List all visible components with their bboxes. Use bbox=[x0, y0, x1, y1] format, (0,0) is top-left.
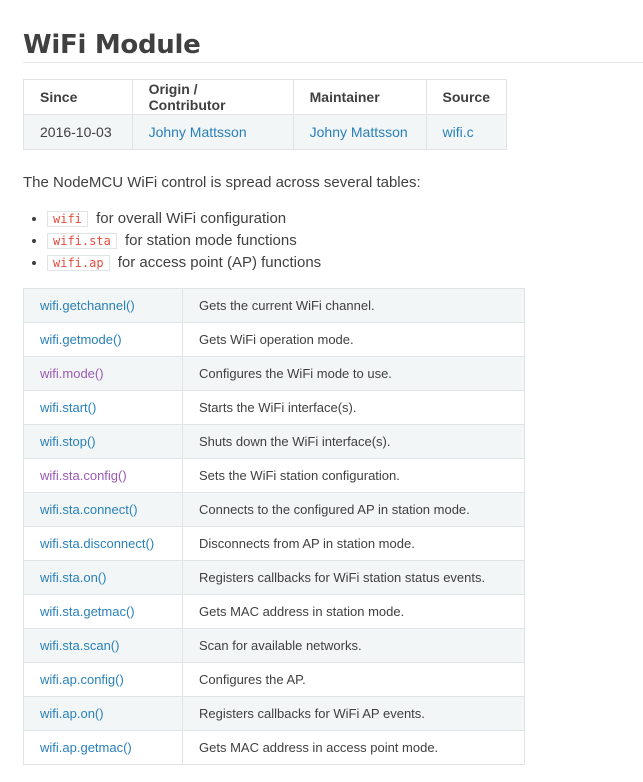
function-link[interactable]: wifi.sta.on() bbox=[40, 570, 106, 585]
table-list: wifi for overall WiFi configuration wifi… bbox=[23, 208, 321, 274]
function-cell: wifi.stop() bbox=[23, 424, 183, 459]
table-row: wifi.ap.getmac() Gets MAC address in acce… bbox=[23, 730, 525, 765]
function-link[interactable]: wifi.ap.config() bbox=[40, 672, 124, 687]
function-link[interactable]: wifi.stop() bbox=[40, 434, 96, 449]
function-link[interactable]: wifi.getmode() bbox=[40, 332, 122, 347]
code-wifi: wifi bbox=[47, 211, 88, 227]
meta-source-cell: wifi.c bbox=[425, 114, 508, 150]
meta-header-since: Since bbox=[23, 79, 133, 115]
meta-value-row: 2016-10-03 Johny Mattsson Johny Mattsson… bbox=[23, 114, 508, 150]
function-cell: wifi.sta.config() bbox=[23, 458, 183, 493]
function-link[interactable]: wifi.sta.disconnect() bbox=[40, 536, 154, 551]
table-row: wifi.sta.disconnect() Disconnects from AP… bbox=[23, 526, 525, 561]
meta-origin-cell: Johny Mattsson bbox=[131, 114, 294, 150]
list-item-text: for station mode functions bbox=[124, 232, 297, 249]
function-link[interactable]: wifi.ap.on() bbox=[40, 706, 104, 721]
function-description: Shuts down the WiFi interface(s). bbox=[182, 424, 525, 459]
table-row: wifi.getmode() Gets WiFi operation mode. bbox=[23, 322, 525, 357]
origin-link[interactable]: Johny Mattsson bbox=[149, 124, 247, 140]
function-link[interactable]: wifi.sta.scan() bbox=[40, 638, 119, 653]
function-link[interactable]: wifi.start() bbox=[40, 400, 96, 415]
list-item-text: for overall WiFi configuration bbox=[96, 210, 287, 227]
list-item: wifi.sta for station mode functions bbox=[47, 230, 321, 252]
source-link[interactable]: wifi.c bbox=[443, 124, 474, 140]
function-description: Starts the WiFi interface(s). bbox=[182, 390, 525, 425]
table-row: wifi.sta.config() Sets the WiFi station c… bbox=[23, 458, 525, 493]
meta-since-value: 2016-10-03 bbox=[23, 114, 133, 150]
function-cell: wifi.mode() bbox=[23, 356, 183, 391]
function-link[interactable]: wifi.sta.connect() bbox=[40, 502, 138, 517]
table-row: wifi.sta.scan() Scan for available networ… bbox=[23, 628, 525, 663]
table-row: wifi.stop() Shuts down the WiFi interface… bbox=[23, 424, 525, 459]
function-cell: wifi.start() bbox=[23, 390, 183, 425]
meta-header-maintainer: Maintainer bbox=[292, 79, 427, 115]
list-item: wifi for overall WiFi configuration bbox=[47, 208, 321, 230]
meta-header-origin: Origin / Contributor bbox=[131, 79, 294, 115]
function-description: Scan for available networks. bbox=[182, 628, 525, 663]
function-description: Sets the WiFi station configuration. bbox=[182, 458, 525, 493]
function-link[interactable]: wifi.getchannel() bbox=[40, 298, 135, 313]
code-wifi-sta: wifi.sta bbox=[47, 233, 117, 249]
function-cell: wifi.sta.disconnect() bbox=[23, 526, 183, 561]
function-table: wifi.getchannel() Gets the current WiFi c… bbox=[23, 288, 525, 765]
function-link[interactable]: wifi.ap.getmac() bbox=[40, 740, 132, 755]
function-description: Gets the current WiFi channel. bbox=[182, 288, 525, 323]
function-cell: wifi.getchannel() bbox=[23, 288, 183, 323]
function-cell: wifi.ap.config() bbox=[23, 662, 183, 697]
list-item: wifi.ap for access point (AP) functions bbox=[47, 252, 321, 274]
function-cell: wifi.ap.on() bbox=[23, 696, 183, 731]
meta-maintainer-cell: Johny Mattsson bbox=[292, 114, 427, 150]
function-description: Connects to the configured AP in station… bbox=[182, 492, 525, 527]
function-description: Disconnects from AP in station mode. bbox=[182, 526, 525, 561]
function-cell: wifi.sta.scan() bbox=[23, 628, 183, 663]
table-row: wifi.sta.getmac() Gets MAC address in sta… bbox=[23, 594, 525, 629]
intro-text: The NodeMCU WiFi control is spread acros… bbox=[23, 174, 421, 191]
meta-header-row: Since Origin / Contributor Maintainer So… bbox=[23, 79, 508, 115]
table-row: wifi.getchannel() Gets the current WiFi c… bbox=[23, 288, 525, 323]
function-link[interactable]: wifi.sta.config() bbox=[40, 468, 127, 483]
table-row: wifi.ap.on() Registers callbacks for WiFi… bbox=[23, 696, 525, 731]
function-description: Gets MAC address in station mode. bbox=[182, 594, 525, 629]
function-description: Configures the WiFi mode to use. bbox=[182, 356, 525, 391]
list-item-text: for access point (AP) functions bbox=[117, 254, 322, 271]
page-title: WiFi Module bbox=[23, 30, 201, 60]
code-wifi-ap: wifi.ap bbox=[47, 255, 110, 271]
function-description: Configures the AP. bbox=[182, 662, 525, 697]
table-row: wifi.ap.config() Configures the AP. bbox=[23, 662, 525, 697]
table-row: wifi.sta.on() Registers callbacks for WiF… bbox=[23, 560, 525, 595]
table-row: wifi.sta.connect() Connects to the config… bbox=[23, 492, 525, 527]
page-content: WiFi Module Since Origin / Contributor M… bbox=[23, 0, 643, 765]
function-description: Gets MAC address in access point mode. bbox=[182, 730, 525, 765]
function-cell: wifi.sta.getmac() bbox=[23, 594, 183, 629]
table-row: wifi.start() Starts the WiFi interface(s)… bbox=[23, 390, 525, 425]
function-cell: wifi.getmode() bbox=[23, 322, 183, 357]
table-row: wifi.mode() Configures the WiFi mode to u… bbox=[23, 356, 525, 391]
function-description: Registers callbacks for WiFi AP events. bbox=[182, 696, 525, 731]
title-divider bbox=[23, 62, 643, 63]
function-description: Registers callbacks for WiFi station sta… bbox=[182, 560, 525, 595]
meta-header-source: Source bbox=[425, 79, 508, 115]
module-meta-table: Since Origin / Contributor Maintainer So… bbox=[23, 79, 508, 150]
function-cell: wifi.ap.getmac() bbox=[23, 730, 183, 765]
function-description: Gets WiFi operation mode. bbox=[182, 322, 525, 357]
function-cell: wifi.sta.on() bbox=[23, 560, 183, 595]
function-link[interactable]: wifi.sta.getmac() bbox=[40, 604, 135, 619]
function-cell: wifi.sta.connect() bbox=[23, 492, 183, 527]
maintainer-link[interactable]: Johny Mattsson bbox=[310, 124, 408, 140]
function-link[interactable]: wifi.mode() bbox=[40, 366, 104, 381]
